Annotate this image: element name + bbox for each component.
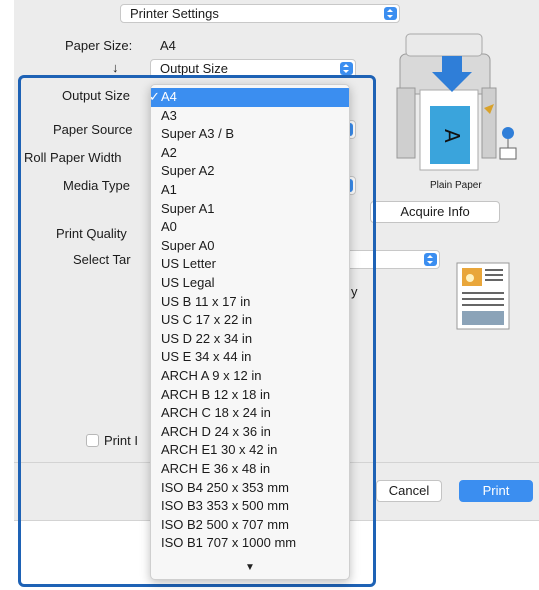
dropdown-option[interactable]: US D 22 x 34 in [151,330,349,349]
dropdown-option[interactable]: ISO B1 707 x 1000 mm [151,534,349,553]
dropdown-option-label: ISO B4 250 x 353 mm [161,479,289,495]
down-arrow-icon: ↓ [112,60,119,75]
printer-illustration: A [396,33,517,171]
dropdown-option-label: ISO B1 707 x 1000 mm [161,535,297,551]
dropdown-option[interactable]: A0 [151,218,349,237]
dropdown-option-label: Super A3 / B [161,126,234,142]
dropdown-option-label: ARCH D 24 x 36 in [161,423,271,439]
printer-settings-label: Printer Settings [130,6,219,21]
print-button[interactable]: Print [459,480,533,502]
dropdown-option-label: US E 34 x 44 in [161,349,252,365]
dropdown-option[interactable]: Super A2 [151,162,349,181]
paper-size-value: A4 [160,38,176,53]
dropdown-option[interactable]: ARCH C 18 x 24 in [151,404,349,423]
dropdown-option-label: US C 17 x 22 in [161,312,253,328]
scroll-down-arrow-icon[interactable]: ▼ [151,562,349,573]
dropdown-option[interactable]: A2 [151,144,349,163]
popup-arrows-icon [384,7,397,20]
dropdown-option[interactable]: US B 11 x 17 in [151,293,349,312]
popup-arrows-icon [424,253,437,266]
dropdown-option-label: ARCH C 18 x 24 in [161,405,271,421]
dropdown-option[interactable]: ARCH E1 30 x 42 in [151,441,349,460]
dropdown-option-label: US D 22 x 34 in [161,330,253,346]
dropdown-option-label: ARCH E1 30 x 42 in [161,442,278,458]
dropdown-option[interactable]: ARCH E 36 x 48 in [151,460,349,479]
checkmark-icon: ✓ [150,89,160,104]
cancel-button[interactable]: Cancel [376,480,442,502]
dropdown-option-label: A1 [161,182,177,197]
dropdown-option-label: A4 [161,89,177,104]
dropdown-option-label: ISO B2 500 x 707 mm [161,516,289,532]
svg-text:A: A [440,129,464,143]
dropdown-option[interactable]: ISO B3 353 x 500 mm [151,497,349,516]
dropdown-option-label: US Letter [161,256,216,272]
dropdown-option[interactable]: A1 [151,181,349,200]
dropdown-option[interactable]: US C 17 x 22 in [151,311,349,330]
dropdown-option-label: US Legal [161,275,215,290]
dropdown-option[interactable]: Super A0 [151,237,349,256]
dropdown-option[interactable]: ISO B2 500 x 707 mm [151,516,349,535]
dropdown-option[interactable]: ✓ A4 [151,88,349,107]
document-layout-icon [456,262,510,330]
dropdown-option[interactable]: US Legal [151,274,349,293]
paper-size-mode-label: Output Size [160,61,228,76]
dropdown-option[interactable]: US Letter [151,255,349,274]
dropdown-option-label: ARCH B 12 x 18 in [161,386,271,402]
dropdown-option-label: A2 [161,144,177,160]
dropdown-option-label: Super A2 [161,163,215,179]
media-caption: Plain Paper [430,180,482,191]
dropdown-option-label: Super A0 [161,237,215,253]
dropdown-option[interactable]: ARCH B 12 x 18 in [151,386,349,405]
output-size-dropdown-menu[interactable]: ✓ A4 A3 Super A3 / B A2 Super A2 A1 Super A1 A0 S… [150,84,350,580]
dropdown-option[interactable]: ISO B4 250 x 353 mm [151,479,349,498]
paper-size-label: Paper Size: [65,38,133,53]
printer-settings-popup[interactable]: Printer Settings [120,4,400,23]
dropdown-option-label: Super A1 [161,200,215,216]
dropdown-option[interactable]: A3 [151,107,349,126]
dropdown-option[interactable]: US E 34 x 44 in [151,348,349,367]
dropdown-option-label: A0 [161,219,177,235]
dropdown-option-label: ARCH A 9 x 12 in [161,368,262,383]
acquire-info-button[interactable]: Acquire Info [370,201,500,223]
dropdown-option-label: US B 11 x 17 in [161,293,251,309]
dropdown-option[interactable]: Super A1 [151,200,349,219]
dropdown-option[interactable]: ARCH D 24 x 36 in [151,423,349,442]
popup-arrows-icon [340,62,353,75]
dropdown-option[interactable]: ARCH A 9 x 12 in [151,367,349,386]
dropdown-option[interactable]: Super A3 / B [151,125,349,144]
dropdown-option-label: ISO B3 353 x 500 mm [161,498,289,514]
dropdown-option-label: ARCH E 36 x 48 in [161,461,271,476]
dropdown-option-label: A3 [161,107,177,123]
